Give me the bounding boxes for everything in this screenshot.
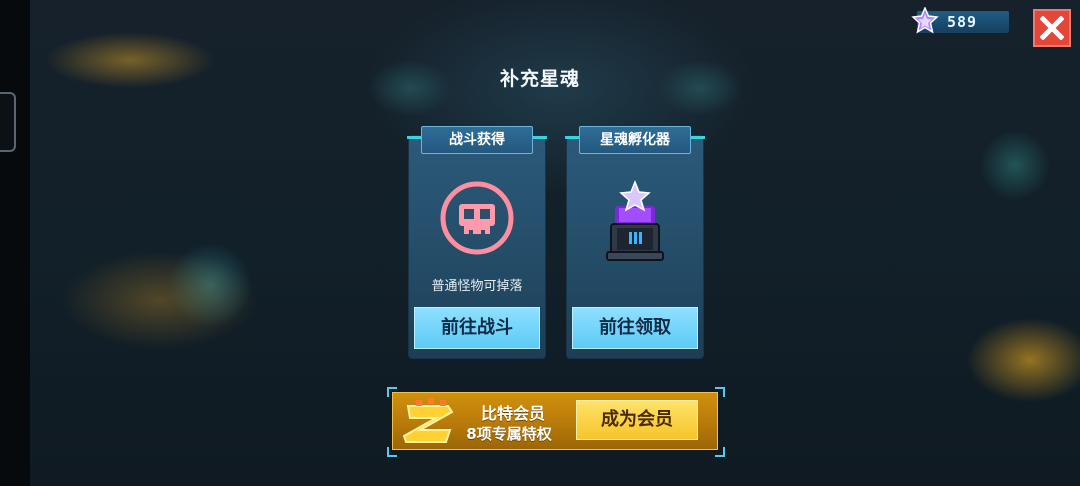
card-battle-drop: 战斗获得 普通怪物可掉落 前往战斗: [407, 126, 547, 358]
star-soul-counter: 589: [911, 7, 1009, 34]
side-handle: [0, 92, 16, 152]
star-soul-incubator-icon: [606, 179, 664, 261]
become-member-button[interactable]: 成为会员: [576, 400, 698, 440]
screen-left-edge: [0, 0, 30, 486]
pink-skull-icon: [440, 181, 514, 255]
banner-corner-bracket: [387, 387, 397, 397]
card-description: 普通怪物可掉落: [431, 279, 523, 294]
banner-corner-bracket: [715, 387, 725, 397]
star-soul-count: 589: [947, 13, 978, 31]
close-button[interactable]: [1033, 9, 1071, 47]
star-soul-gem-icon: [911, 7, 939, 34]
card-header-battle: 战斗获得: [421, 126, 533, 154]
card-incubator: 星魂孵化器 前往领取: [565, 126, 705, 358]
vip-subtitle: 8项专属特权: [466, 425, 552, 443]
card-header-incubator: 星魂孵化器: [579, 126, 691, 154]
go-battle-button[interactable]: 前往战斗: [414, 307, 540, 349]
vip-title: 比特会员: [480, 404, 545, 423]
banner-corner-bracket: [387, 447, 397, 457]
banner-corner-bracket: [715, 447, 725, 457]
go-claim-button[interactable]: 前往领取: [572, 307, 698, 349]
dialog-title: 补充星魂: [499, 68, 580, 90]
close-x-icon: [1040, 16, 1064, 40]
